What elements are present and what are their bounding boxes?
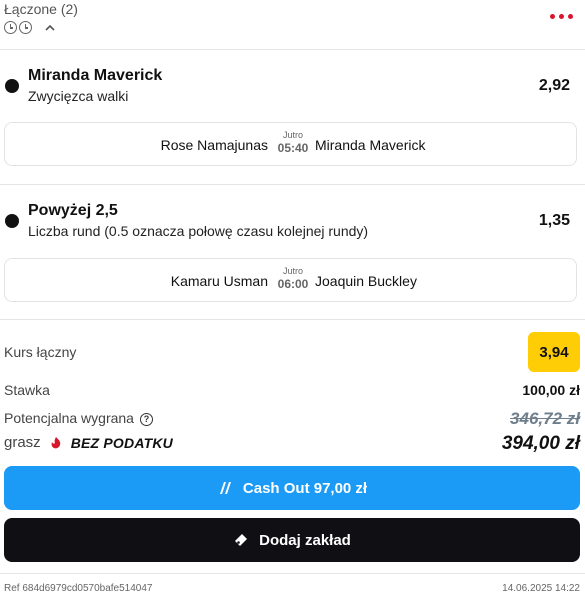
event-home-team: Rose Namajunas <box>160 137 268 153</box>
event-day: Jutro <box>282 266 303 276</box>
header-icons <box>4 21 56 34</box>
total-odds-badge: 3,94 <box>528 332 580 372</box>
potential-win-label: Potencjalna wygrana? <box>4 410 153 426</box>
event-time: Jutro 06:00 <box>275 266 311 291</box>
event-away-team: Miranda Maverick <box>315 137 426 153</box>
selection-market: Zwycięzca walki <box>28 88 129 104</box>
event-day: Jutro <box>282 130 303 140</box>
bet-reference: Ref 684d6979cd0570bafe514047 <box>4 583 153 594</box>
bet-slip-title: Łączone (2) <box>4 1 78 17</box>
event-home-team: Kamaru Usman <box>170 273 268 289</box>
potential-win-text: Potencjalna wygrana <box>4 410 134 426</box>
add-bet-label: Dodaj zakład <box>259 531 351 549</box>
selection-market: Liczba rund (0.5 oznacza połowę czasu ko… <box>28 223 369 239</box>
no-tax-row: grasz BEZ PODATKU <box>4 434 173 451</box>
mma-glove-icon <box>5 214 19 228</box>
flame-logo-icon <box>51 436 60 448</box>
divider <box>0 184 585 185</box>
event-hour: 05:40 <box>277 141 309 155</box>
event-time: Jutro 05:40 <box>275 130 311 155</box>
chevron-up-icon[interactable] <box>44 22 56 34</box>
selection-name: Miranda Maverick <box>28 67 163 84</box>
divider <box>0 319 585 320</box>
event-card[interactable]: Rose Namajunas Jutro 05:40 Miranda Maver… <box>4 122 577 166</box>
cash-out-button[interactable]: Cash Out 97,00 zł <box>4 466 580 510</box>
help-icon[interactable]: ? <box>139 412 153 426</box>
total-odds-label: Kurs łączny <box>4 344 77 360</box>
add-bet-button[interactable]: Dodaj zakład <box>4 518 580 562</box>
selection-odds: 2,92 <box>538 77 570 94</box>
stake-value[interactable]: 100,00 zł <box>522 382 580 398</box>
event-away-team: Joaquin Buckley <box>315 273 417 289</box>
bet-timestamp: 14.06.2025 14:22 <box>502 583 580 594</box>
potential-win-old: 346,72 zł <box>510 409 580 428</box>
event-hour: 06:00 <box>277 277 309 291</box>
selection-name: Powyżej 2,5 <box>28 202 118 219</box>
clock-icon <box>4 21 17 34</box>
grasz-label: grasz <box>4 434 41 451</box>
cash-out-label: Cash Out 97,00 zł <box>242 479 368 497</box>
cash-out-icon <box>219 482 231 494</box>
ticket-icon <box>235 534 248 546</box>
clock-icon <box>19 21 32 34</box>
no-tax-brand: BEZ PODATKU <box>70 434 173 451</box>
more-dots-icon[interactable] <box>550 14 573 19</box>
selection-odds: 1,35 <box>538 212 570 229</box>
stake-label: Stawka <box>4 382 50 398</box>
potential-win-new: 394,00 zł <box>501 433 580 454</box>
divider <box>0 49 585 50</box>
mma-glove-icon <box>5 79 19 93</box>
divider <box>0 573 585 574</box>
event-card[interactable]: Kamaru Usman Jutro 06:00 Joaquin Buckley <box>4 258 577 302</box>
